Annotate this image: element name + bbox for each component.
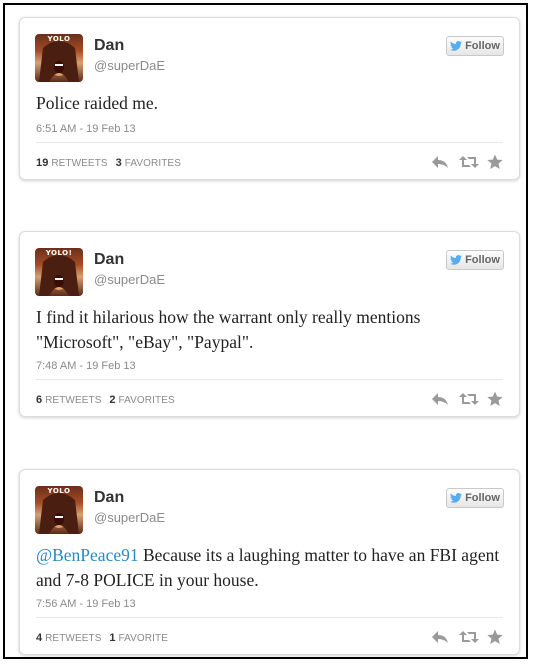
favorites-label[interactable]: FAVORITES [125, 158, 181, 169]
retweet-count[interactable]: 19 [36, 157, 48, 169]
screenshot-frame: YOLO Dan @superDaE Follow Police raided … [3, 3, 528, 659]
favorite-count[interactable]: 3 [116, 157, 122, 169]
avatar-label: YOLO [47, 487, 71, 495]
favorite-count[interactable]: 1 [109, 632, 115, 644]
retweets-label[interactable]: RETWEETS [45, 633, 101, 644]
favorite-star-icon[interactable] [487, 629, 505, 645]
follow-label: Follow [465, 254, 500, 266]
tweet-actions [431, 154, 505, 170]
user-name[interactable]: Dan [94, 251, 124, 269]
avatar[interactable]: YOLO [35, 486, 83, 534]
favorite-count[interactable]: 2 [109, 394, 115, 406]
tweet-timestamp[interactable]: 7:56 AM - 19 Feb 13 [36, 598, 136, 610]
follow-label: Follow [465, 40, 500, 52]
avatar-label: YOLO! [45, 249, 73, 257]
tweet-text: Police raided me. [36, 91, 503, 116]
follow-label: Follow [465, 492, 500, 504]
user-handle[interactable]: @superDaE [94, 58, 165, 73]
retweets-label[interactable]: RETWEETS [51, 158, 107, 169]
reply-icon[interactable] [431, 391, 449, 407]
retweet-count[interactable]: 6 [36, 394, 42, 406]
tweet-card: YOLO! Dan @superDaE Follow I find it hil… [19, 231, 520, 417]
tweet-card: YOLO Dan @superDaE Follow @BenPeace91 Be… [19, 469, 520, 655]
tweet-text: @BenPeace91 Because its a laughing matte… [36, 543, 503, 593]
favorite-star-icon[interactable] [487, 391, 505, 407]
reply-icon[interactable] [431, 154, 449, 170]
tweet-actions [431, 391, 505, 407]
tweet-text: I find it hilarious how the warrant only… [36, 305, 503, 355]
divider [36, 379, 503, 380]
avatar-label: YOLO [47, 35, 71, 43]
retweets-label[interactable]: RETWEETS [45, 395, 101, 406]
follow-button[interactable]: Follow [446, 36, 504, 56]
tweet-stats: 6 RETWEETS 2 FAVORITES [36, 394, 175, 406]
user-handle[interactable]: @superDaE [94, 272, 165, 287]
favorites-label[interactable]: FAVORITES [118, 395, 174, 406]
twitter-bird-icon [450, 41, 463, 51]
reply-icon[interactable] [431, 629, 449, 645]
favorites-label[interactable]: FAVORITE [118, 633, 168, 644]
favorite-star-icon[interactable] [487, 154, 505, 170]
follow-button[interactable]: Follow [446, 250, 504, 270]
retweet-icon[interactable] [459, 391, 479, 407]
tweet-stats: 4 RETWEETS 1 FAVORITE [36, 632, 168, 644]
twitter-bird-icon [450, 493, 463, 503]
retweet-icon[interactable] [459, 629, 479, 645]
tweet-timestamp[interactable]: 7:48 AM - 19 Feb 13 [36, 360, 136, 372]
user-name[interactable]: Dan [94, 37, 124, 55]
tweet-actions [431, 629, 505, 645]
divider [36, 617, 503, 618]
tweet-body: Police raided me. [36, 93, 158, 113]
avatar[interactable]: YOLO [35, 34, 83, 82]
retweet-icon[interactable] [459, 154, 479, 170]
mention-link[interactable]: @BenPeace91 [36, 545, 139, 565]
follow-button[interactable]: Follow [446, 488, 504, 508]
tweet-card: YOLO Dan @superDaE Follow Police raided … [19, 17, 520, 180]
user-name[interactable]: Dan [94, 489, 124, 507]
user-handle[interactable]: @superDaE [94, 510, 165, 525]
twitter-bird-icon [450, 255, 463, 265]
avatar[interactable]: YOLO! [35, 248, 83, 296]
tweet-body: I find it hilarious how the warrant only… [36, 307, 421, 352]
retweet-count[interactable]: 4 [36, 632, 42, 644]
tweet-stats: 19 RETWEETS 3 FAVORITES [36, 157, 181, 169]
tweet-timestamp[interactable]: 6:51 AM - 19 Feb 13 [36, 123, 136, 135]
divider [36, 142, 503, 143]
